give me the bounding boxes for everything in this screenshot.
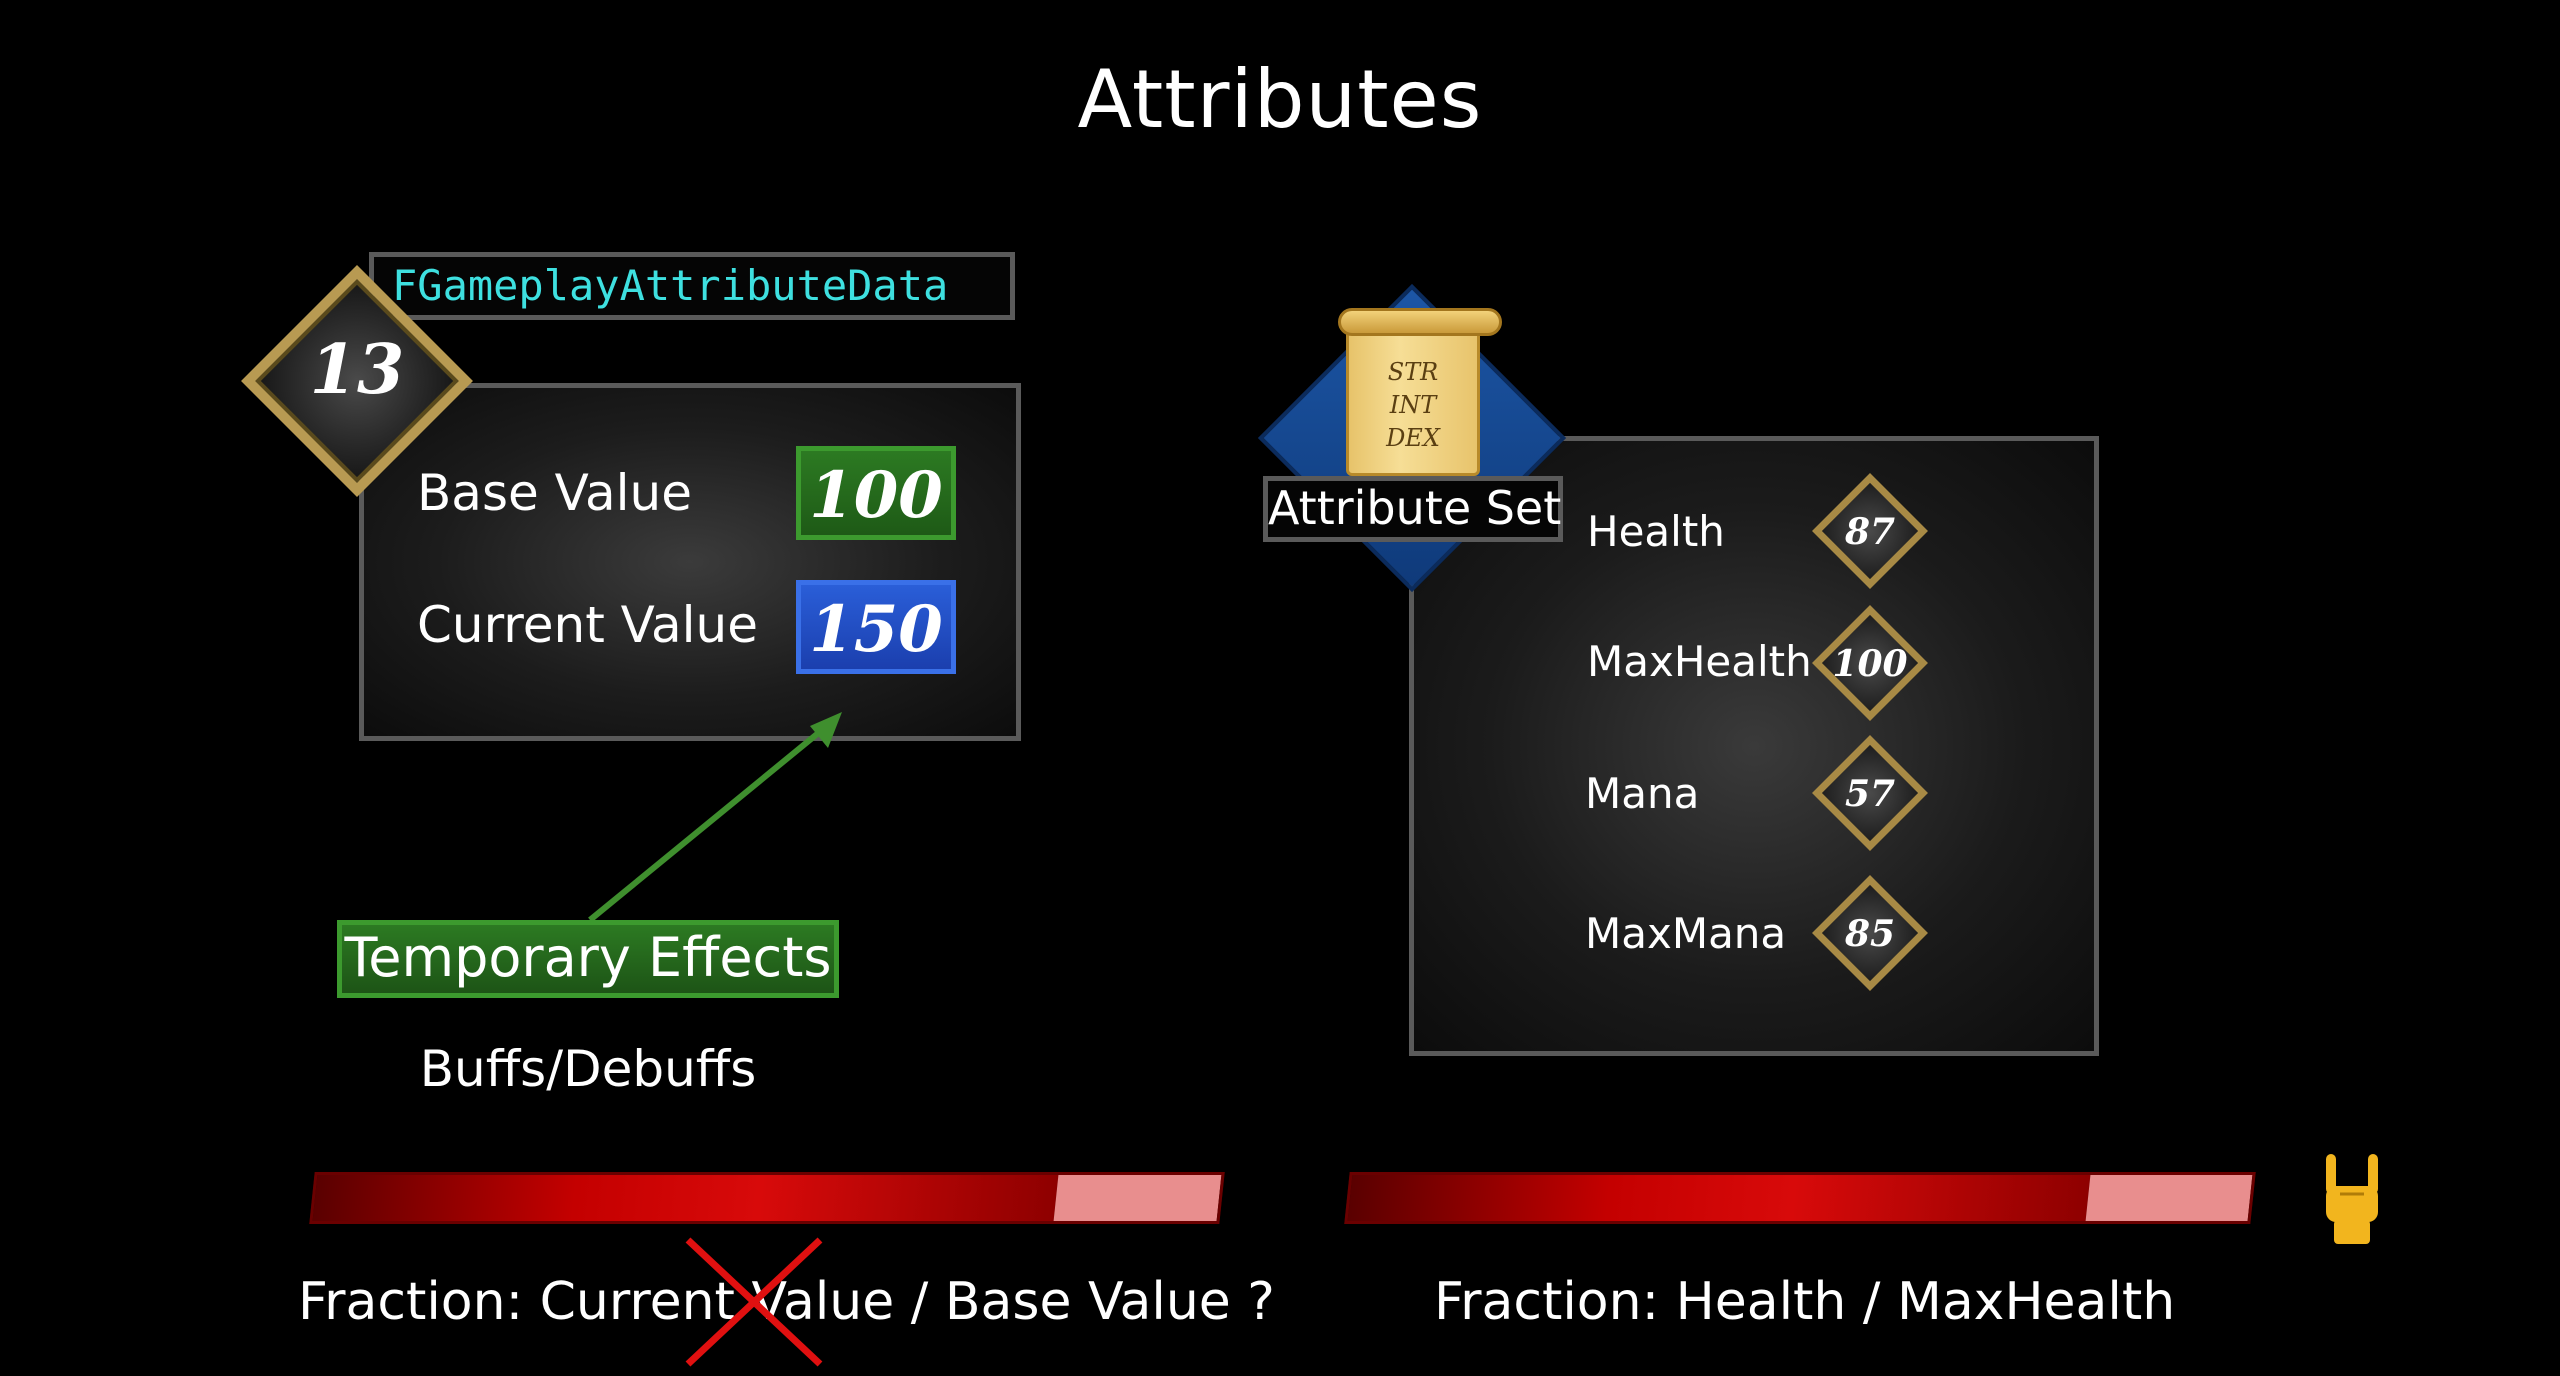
scroll-line-int: INT <box>1389 391 1437 419</box>
left-fraction-bar <box>309 1172 1225 1224</box>
left-bar-empty <box>1053 1175 1222 1221</box>
right-bar-empty <box>2085 1175 2253 1221</box>
current-value-box: 150 <box>796 580 956 674</box>
attribute-value-health: 87 <box>1844 511 1896 553</box>
attribute-name-health: Health <box>1587 507 1725 556</box>
attribute-set-label: Attribute Set <box>1263 476 1563 542</box>
right-bar-fill <box>1347 1175 2091 1221</box>
base-value-box: 100 <box>796 446 956 540</box>
attribute-value-maxhealth: 100 <box>1832 643 1908 685</box>
left-bar-fill <box>312 1175 1059 1221</box>
attribute-value-mana: 57 <box>1844 773 1896 815</box>
arrow-up-right-icon <box>588 712 842 923</box>
scroll-roll <box>1338 308 1502 336</box>
right-fraction-caption: Fraction: Health / MaxHealth <box>1434 1272 2176 1332</box>
caption-suffix: / Base Value ? <box>894 1272 1275 1332</box>
temporary-effects-box: Temporary Effects <box>337 920 839 998</box>
scroll-line-dex: DEX <box>1386 424 1440 452</box>
level-badge-value: 13 <box>309 330 405 410</box>
attribute-name-mana: Mana <box>1585 769 1700 818</box>
cross-out-icon <box>685 1237 823 1367</box>
buffs-debuffs-label: Buffs/Debuffs <box>419 1040 757 1098</box>
attribute-name-maxhealth: MaxHealth <box>1587 637 1812 686</box>
attribute-name-maxmana: MaxMana <box>1585 909 1787 958</box>
page-title: Attributes <box>1077 53 1483 146</box>
right-fraction-bar <box>1344 1172 2256 1224</box>
struct-name-label: FGameplayAttributeData <box>369 252 1015 320</box>
attribute-data-panel <box>359 383 1021 741</box>
rock-on-hand-icon <box>2326 1154 2378 1244</box>
scroll-line-str: STR <box>1387 358 1439 386</box>
base-value-label: Base Value <box>417 464 692 522</box>
current-value-label: Current Value <box>417 596 758 654</box>
attribute-value-maxmana: 85 <box>1844 913 1896 955</box>
